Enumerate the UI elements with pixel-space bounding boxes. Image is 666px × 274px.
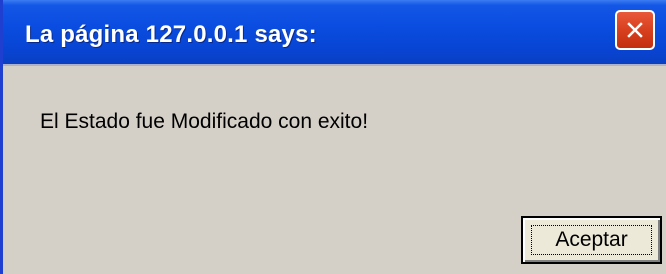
alert-dialog: La página 127.0.0.1 says: El Estado fue … xyxy=(0,0,666,274)
dialog-message: El Estado fue Modificado con exito! xyxy=(40,110,369,133)
dialog-title: La página 127.0.0.1 says: xyxy=(25,21,317,48)
aceptar-button[interactable]: Aceptar xyxy=(521,216,662,264)
close-x-icon xyxy=(626,21,644,39)
dialog-body: El Estado fue Modificado con exito! Acep… xyxy=(3,64,666,274)
aceptar-button-label: Aceptar xyxy=(555,228,628,251)
close-button[interactable] xyxy=(615,10,655,50)
dialog-titlebar[interactable]: La página 127.0.0.1 says: xyxy=(3,0,666,64)
